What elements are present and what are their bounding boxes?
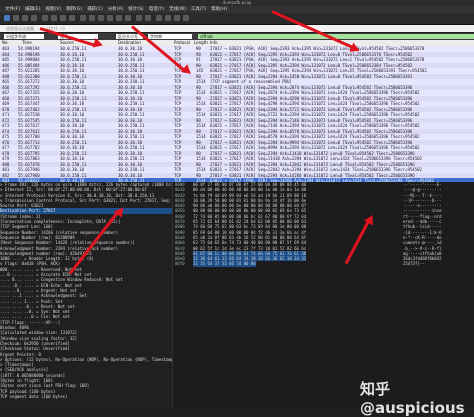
find-packet-icon[interactable] xyxy=(80,15,86,21)
menu-tools[interactable]: 工具(T) xyxy=(191,6,206,13)
hex-ascii: 25d73f}·· xyxy=(403,261,425,267)
search-type-select[interactable]: 字符串 xyxy=(148,34,192,39)
restart-capture-icon[interactable] xyxy=(22,15,28,21)
menu-file[interactable]: 文件(F) xyxy=(5,6,20,13)
main-toolbar xyxy=(0,13,474,25)
last-packet-icon[interactable] xyxy=(125,15,131,21)
detail-tree-item[interactable]: TCP segment data (160 bytes) xyxy=(0,394,172,399)
zoom-in-icon[interactable] xyxy=(156,15,162,21)
zoom-out-icon[interactable] xyxy=(165,15,171,21)
menu-go[interactable]: 跳转(G) xyxy=(66,6,82,13)
first-packet-icon[interactable] xyxy=(116,15,122,21)
menu-view[interactable]: 视图(V) xyxy=(45,6,61,13)
hex-offset: 00f0 xyxy=(175,261,185,267)
stop-capture-icon[interactable] xyxy=(13,15,19,21)
menu-telephony[interactable]: 电话(Y) xyxy=(149,6,164,13)
menu-statistics[interactable]: 统计(S) xyxy=(128,6,143,13)
go-back-icon[interactable] xyxy=(89,15,95,21)
go-to-packet-icon[interactable] xyxy=(107,15,113,21)
normal-size-icon[interactable] xyxy=(174,15,180,21)
packet-details-pane[interactable]: > Frame 483: 226 bytes on wire (1808 bit… xyxy=(0,182,172,409)
autoscroll-icon[interactable] xyxy=(136,15,142,21)
packet-list[interactable]: 483 54.998194 30.0.250.11 30.0.30.10 TCP 90 27… xyxy=(0,46,474,182)
reload-icon[interactable] xyxy=(69,15,75,21)
menu-edit[interactable]: 编辑(E) xyxy=(25,6,40,13)
resize-columns-icon[interactable] xyxy=(183,15,189,21)
options-gear-icon[interactable] xyxy=(31,15,37,21)
window-title: dumpafb.pcap xyxy=(222,0,252,5)
display-filter-placeholder: 应用显示过滤器 ... <Ctrl-/> xyxy=(6,26,66,31)
hex-bytes: 32 35 64 37 33 66 7d 00 00 xyxy=(193,261,256,267)
hex-row: 00f0 32 35 64 37 33 66 7d 00 00 25d73f}·· xyxy=(173,261,474,267)
menu-wireless[interactable]: 无线(W) xyxy=(169,6,186,13)
search-in-select[interactable]: 分组字节流 xyxy=(4,34,44,39)
menu-analyze[interactable]: 分析(A) xyxy=(108,6,124,13)
open-file-icon[interactable] xyxy=(42,15,48,21)
zhihu-watermark: 知乎 @auspicious xyxy=(360,380,465,417)
menu-help[interactable]: 帮助(H) xyxy=(211,6,227,13)
colorize-icon[interactable] xyxy=(145,15,151,21)
save-file-icon[interactable] xyxy=(51,15,57,21)
start-capture-icon[interactable] xyxy=(4,15,10,21)
detail-tree-item[interactable]: > Ethernet II, Src: 00:0f:27:00:00:08, D… xyxy=(0,187,172,192)
close-file-icon[interactable] xyxy=(60,15,66,21)
packet-bytes-pane[interactable]: 0000 00 0f 27 00 00 07 00 0f 27 00 00 08 … xyxy=(172,182,474,409)
go-forward-icon[interactable] xyxy=(98,15,104,21)
display-filter-input[interactable]: 应用显示过滤器 ... <Ctrl-/> xyxy=(0,25,474,32)
menu-capture[interactable]: 捕获(C) xyxy=(87,6,103,13)
menu-bar: 文件(F) 编辑(E) 视图(V) 跳转(G) 捕获(C) 分析(A) 统计(S) 电话(Y)… xyxy=(0,6,474,13)
